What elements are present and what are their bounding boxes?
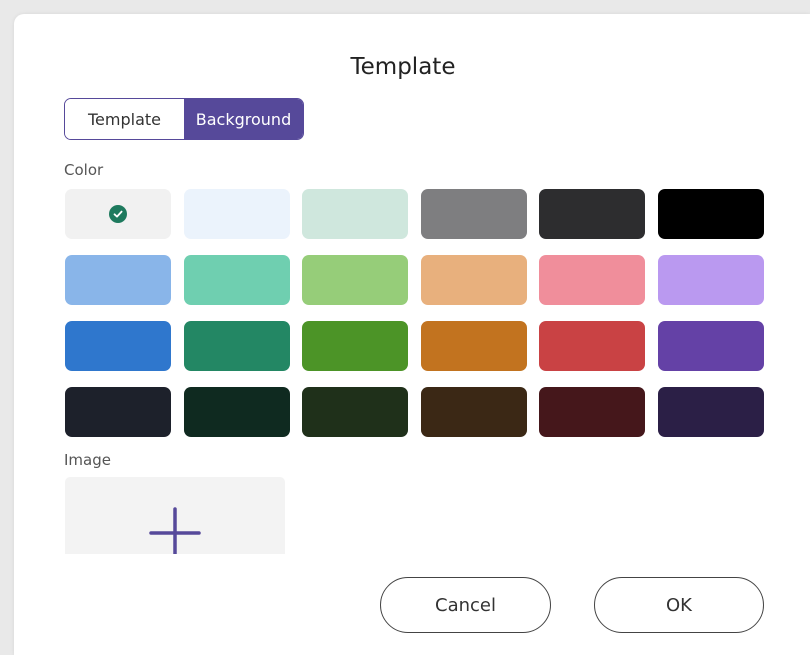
color-swatch[interactable] [65,255,171,305]
color-swatch[interactable] [657,255,764,305]
color-swatch[interactable] [420,387,527,437]
color-swatch[interactable] [539,387,645,437]
color-swatch[interactable] [302,387,408,437]
color-swatch[interactable] [65,387,171,437]
color-swatch[interactable] [65,189,171,239]
color-swatch[interactable] [420,189,527,239]
color-swatch-grid [65,189,764,437]
color-swatch[interactable] [539,321,645,371]
color-swatch[interactable] [183,321,290,371]
dialog-title: Template [350,54,456,80]
add-image-button[interactable] [65,477,285,554]
cancel-button[interactable]: Cancel [380,577,551,633]
color-swatch[interactable] [302,189,408,239]
color-swatch[interactable] [657,387,764,437]
tab-switcher: Template Background [64,98,304,140]
template-dialog: Template Template Background Color Image… [14,14,810,655]
color-swatch[interactable] [539,255,645,305]
ok-button[interactable]: OK [594,577,764,633]
color-swatch[interactable] [302,321,408,371]
color-section-label: Color [64,161,104,179]
selected-check-icon [109,205,127,223]
color-swatch[interactable] [420,255,527,305]
color-swatch[interactable] [65,321,171,371]
color-swatch[interactable] [657,189,764,239]
color-swatch[interactable] [302,255,408,305]
image-section-label: Image [64,451,111,469]
color-swatch[interactable] [657,321,764,371]
color-swatch[interactable] [183,189,290,239]
color-swatch[interactable] [420,321,527,371]
tab-template[interactable]: Template [65,99,184,139]
tab-background[interactable]: Background [184,99,303,139]
color-swatch[interactable] [183,255,290,305]
color-swatch[interactable] [539,189,645,239]
plus-icon [149,507,201,554]
color-swatch[interactable] [183,387,290,437]
